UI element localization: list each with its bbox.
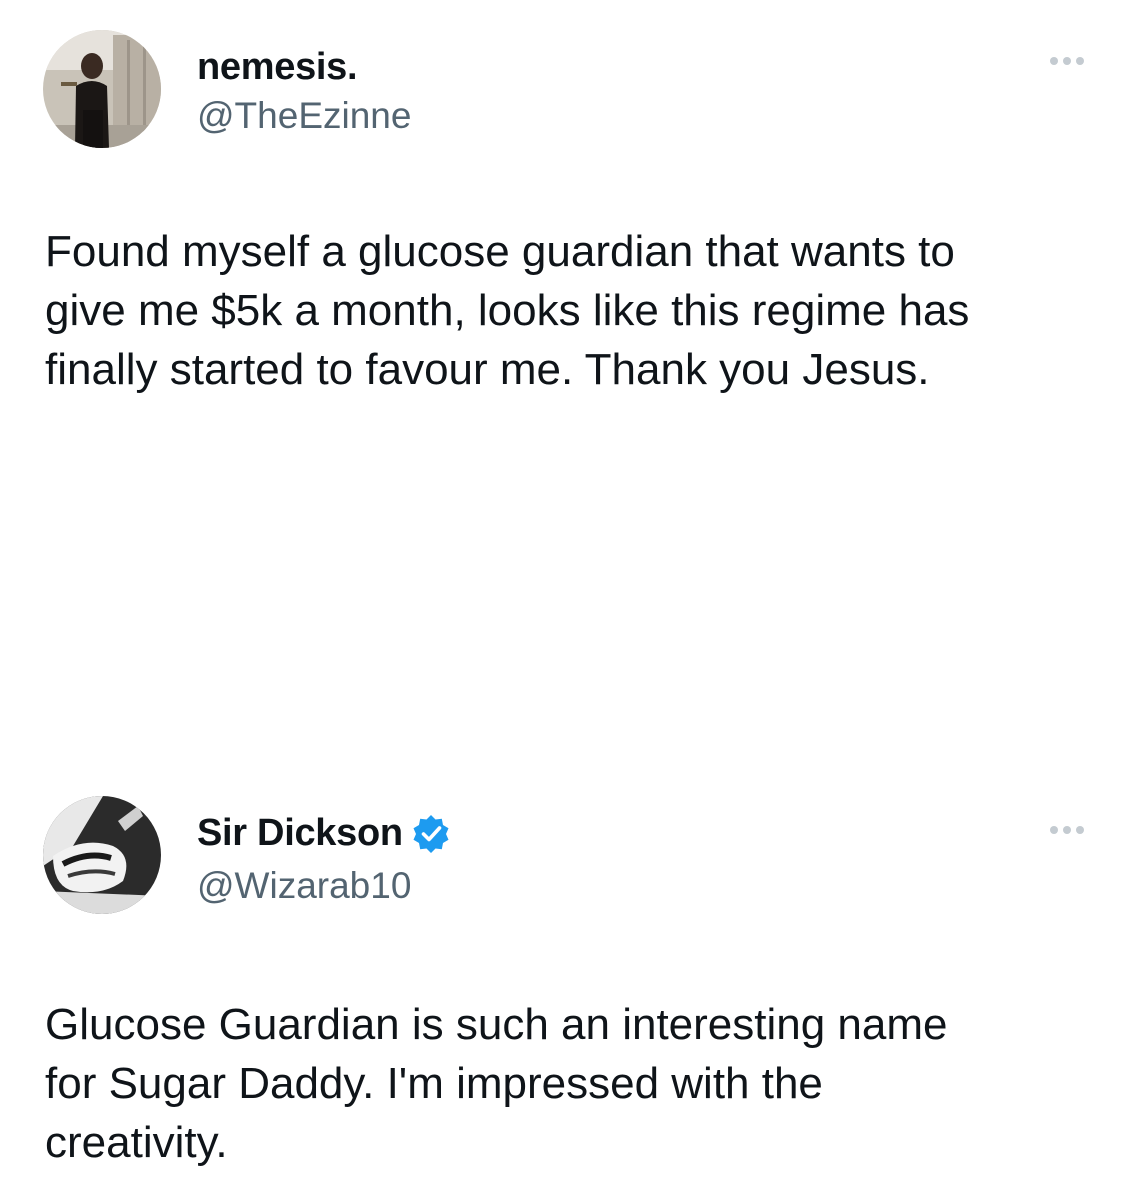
tweet-text: Found myself a glucose guardian that wan… bbox=[45, 227, 970, 394]
ellipsis-icon[interactable] bbox=[1047, 823, 1087, 837]
user-handle[interactable]: @TheEzinne bbox=[197, 94, 411, 138]
display-name[interactable]: Sir Dickson bbox=[197, 810, 403, 856]
tweet-text: Glucose Guardian is such an interesting … bbox=[45, 1000, 948, 1167]
user-photo-avatar-icon bbox=[43, 796, 161, 914]
tweet[interactable]: Sir Dickson @Wizarab10 Glucose Guardian … bbox=[0, 770, 1137, 1200]
user-photo-avatar-icon bbox=[43, 30, 161, 148]
verified-badge-icon bbox=[411, 813, 451, 853]
avatar[interactable] bbox=[43, 30, 161, 148]
ellipsis-icon[interactable] bbox=[1047, 54, 1087, 68]
tweet[interactable]: nemesis. @TheEzinne Found myself a gluco… bbox=[0, 0, 1137, 560]
avatar[interactable] bbox=[43, 796, 161, 914]
user-handle[interactable]: @Wizarab10 bbox=[197, 864, 411, 908]
display-name[interactable]: nemesis. bbox=[197, 44, 358, 90]
